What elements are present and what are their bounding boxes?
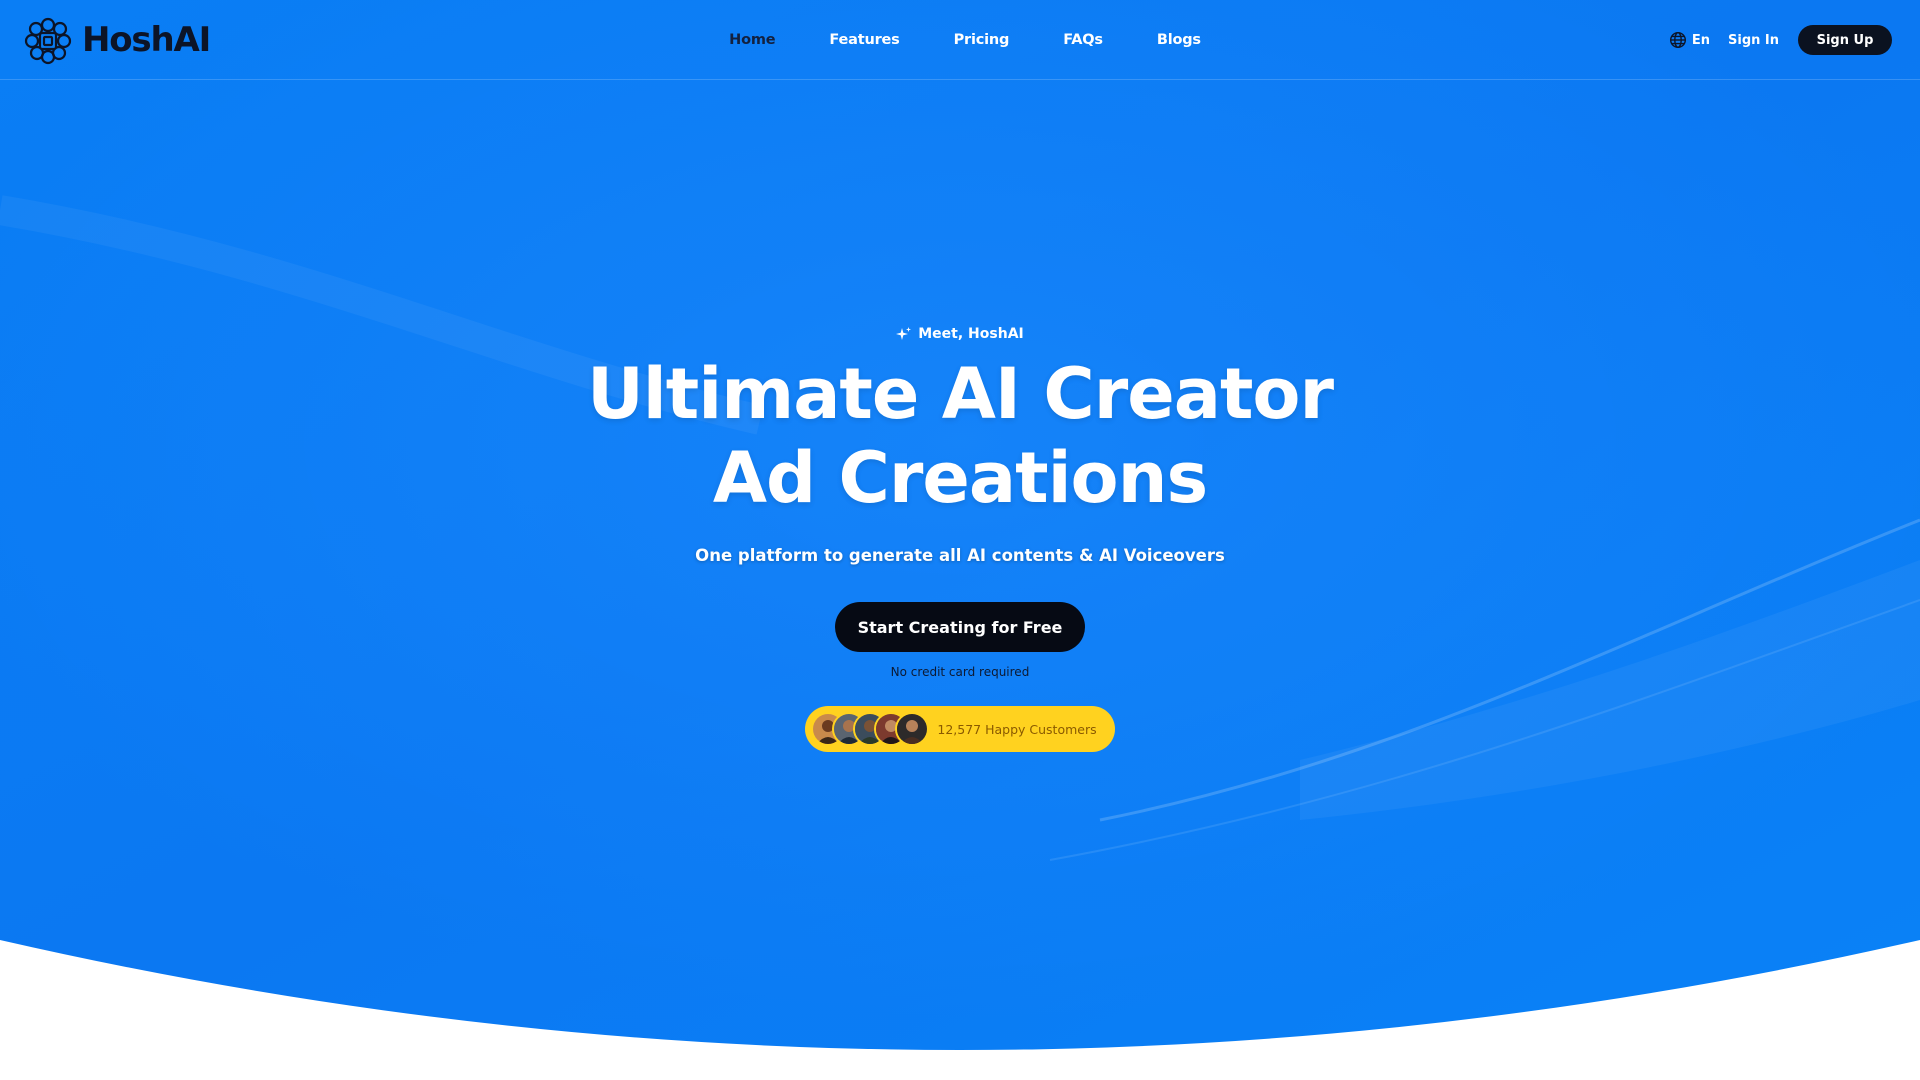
- language-selector[interactable]: En: [1669, 31, 1710, 49]
- language-label: En: [1691, 32, 1710, 48]
- hero-headline: Ultimate AI Creator Ad Creations: [0, 352, 1920, 520]
- sign-in-link[interactable]: Sign In: [1728, 33, 1779, 48]
- nav-blogs[interactable]: Blogs: [1157, 32, 1201, 48]
- social-proof-container: 12,577 Happy Customers: [0, 708, 1920, 750]
- happy-customers-count: 12,577 Happy Customers: [937, 721, 1097, 737]
- avatar: [895, 712, 930, 746]
- headline-line-1: Ultimate AI Creator: [586, 353, 1334, 435]
- social-proof-badge: 12,577 Happy Customers: [807, 708, 1113, 750]
- globe-icon: [1669, 31, 1686, 49]
- hero-eyebrow: Meet, HoshAI: [0, 326, 1920, 342]
- eyebrow-text: Meet, HoshAI: [918, 326, 1024, 342]
- nav-home[interactable]: Home: [729, 32, 775, 48]
- hero-background: [0, 0, 1920, 1050]
- nav-pricing[interactable]: Pricing: [954, 32, 1010, 48]
- brand-logo[interactable]: HoshAI: [22, 14, 211, 66]
- headline-line-2: Ad Creations: [712, 437, 1208, 519]
- hero-section: HoshAI Home Features Pricing FAQs Blogs …: [0, 0, 1920, 1080]
- cta-container: Start Creating for Free: [0, 602, 1920, 652]
- main-nav: Home Features Pricing FAQs Blogs: [0, 0, 1920, 80]
- nav-faqs[interactable]: FAQs: [1063, 32, 1103, 48]
- sparkle-icon: [896, 327, 912, 340]
- sign-up-button[interactable]: Sign Up: [1798, 25, 1892, 55]
- no-credit-card-note: No credit card required: [890, 665, 1030, 679]
- hero-subtitle: One platform to generate all AI contents…: [695, 546, 1225, 565]
- customer-avatars: [811, 712, 930, 746]
- site-header: HoshAI Home Features Pricing FAQs Blogs …: [0, 0, 1920, 80]
- brand-name: HoshAI: [82, 20, 211, 60]
- brain-chip-icon: [24, 17, 72, 65]
- header-actions: En Sign In Sign Up: [1669, 24, 1892, 56]
- start-creating-button[interactable]: Start Creating for Free: [835, 602, 1085, 652]
- nav-features[interactable]: Features: [829, 32, 899, 48]
